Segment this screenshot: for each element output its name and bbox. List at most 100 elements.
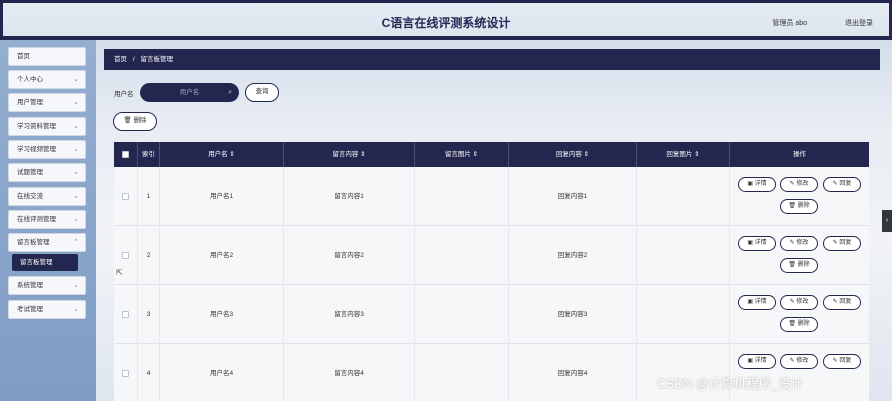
row-checkbox[interactable] xyxy=(122,252,129,259)
chevron-down-icon: ⌄ xyxy=(73,282,79,289)
sidebar-item-forum[interactable]: 在线交流 ⌄ xyxy=(8,187,86,206)
cell-username: 用户名3 xyxy=(160,285,284,344)
sort-icon: ⇕ xyxy=(472,151,479,158)
row-checkbox[interactable] xyxy=(122,193,129,200)
delete-button[interactable]: 🗑 删除 xyxy=(780,317,818,332)
cell-reply-image xyxy=(637,285,730,344)
sidebar-item-system[interactable]: 系统管理 ⌄ xyxy=(8,276,86,295)
sidebar-item-users[interactable]: 用户管理 ⌄ xyxy=(8,93,86,112)
table-header: 索引 用户名 ⇕ 留言内容 ⇕ 留言图片 ⇕ 回复内容 ⇕ 回复图片 ⇕ 操作 xyxy=(114,142,869,167)
edit-button[interactable]: ✎ 修改 xyxy=(780,236,818,251)
batch-delete-button[interactable]: 🗑 删除 xyxy=(113,112,157,131)
cell-content: 留言内容2 xyxy=(284,226,415,285)
reply-button[interactable]: ✎ 回复 xyxy=(823,295,861,310)
cell-image xyxy=(415,167,509,226)
reply-label: 回复 xyxy=(839,358,852,364)
cell-reply: 回复内容4 xyxy=(509,344,637,401)
batch-delete-label: 删除 xyxy=(133,117,147,124)
column-header-sortable[interactable]: 留言内容 ⇕ xyxy=(284,142,415,167)
sidebar-item-materials[interactable]: 学习资料管理 ⌄ xyxy=(8,117,86,136)
sidebar-item-messages[interactable]: 留言板管理 ⌃ xyxy=(8,233,86,252)
cell-index: 1 xyxy=(138,167,160,226)
detail-button[interactable]: ▣ 详情 xyxy=(738,295,776,310)
chevron-down-icon: ⌄ xyxy=(73,123,79,130)
edit-button[interactable]: ✎ 修改 xyxy=(780,354,818,369)
chevron-up-icon: ⌃ xyxy=(73,239,79,246)
delete-label: 删除 xyxy=(797,203,810,209)
sidebar-item-label: 考试管理 xyxy=(17,306,43,313)
cell-actions: ▣ 详情 ✎ 修改 ✎ 回复 🗑 删除 xyxy=(730,285,869,344)
sidebar-item-questions[interactable]: 试题管理 ⌄ xyxy=(8,163,86,182)
cell-reply: 回复内容2 xyxy=(509,226,637,285)
sidebar-item-exams[interactable]: 考试管理 ⌄ xyxy=(8,300,86,319)
sidebar-item-evaluation[interactable]: 在线评测管理 ⌄ xyxy=(8,210,86,229)
sort-icon: ⇕ xyxy=(583,151,590,158)
table-row: 2 用户名2 留言内容2 回复内容2 ▣ 详情 ✎ 修改 ✎ 回复 🗑 删除 xyxy=(114,226,869,285)
sidebar-item-label: 个人中心 xyxy=(17,76,43,83)
cell-image xyxy=(415,344,509,401)
breadcrumb-separator: / xyxy=(132,56,135,63)
cell-username: 用户名4 xyxy=(160,344,284,401)
detail-button[interactable]: ▣ 详情 xyxy=(738,177,776,192)
logout-link[interactable]: 退出登录 xyxy=(845,18,873,28)
cell-username: 用户名1 xyxy=(160,167,284,226)
sidebar-item-label: 学习视频管理 xyxy=(17,146,56,153)
column-header-label: 用户名 xyxy=(208,151,228,158)
sidebar-item-label: 在线评测管理 xyxy=(17,216,56,223)
column-header-label: 留言图片 xyxy=(444,151,471,158)
edit-button[interactable]: ✎ 修改 xyxy=(780,177,818,192)
cell-index: 4 xyxy=(138,344,160,401)
chevron-down-icon: ⌄ xyxy=(73,216,79,223)
column-header-label: 留言内容 xyxy=(332,151,359,158)
breadcrumb-current: 留言板管理 xyxy=(140,56,173,63)
collapse-panel-tab[interactable]: ‹ xyxy=(882,210,892,232)
reply-button[interactable]: ✎ 回复 xyxy=(823,236,861,251)
cell-username: 用户名2 xyxy=(160,226,284,285)
sidebar-item-videos[interactable]: 学习视频管理 ⌄ xyxy=(8,140,86,159)
sidebar-item-home[interactable]: 首页 xyxy=(8,47,86,66)
sidebar-item-label: 用户管理 xyxy=(17,99,43,106)
current-user: 管理员 abo xyxy=(772,20,807,27)
reply-button[interactable]: ✎ 回复 xyxy=(823,177,861,192)
cell-reply-image xyxy=(637,226,730,285)
detail-button[interactable]: ▣ 详情 xyxy=(738,354,776,369)
sidebar: 首页 个人中心 ⌄ 用户管理 ⌄ 学习资料管理 ⌄ 学习视频管理 ⌄ 试题管理 ⌄ 在线交… xyxy=(0,40,96,401)
row-checkbox-cell xyxy=(114,344,138,401)
search-input[interactable]: 用户名 ⌕ xyxy=(140,83,239,102)
query-button[interactable]: 查询 xyxy=(245,83,279,102)
column-header-sortable[interactable]: 留言图片 ⇕ xyxy=(415,142,509,167)
delete-label: 删除 xyxy=(797,321,810,327)
row-checkbox[interactable] xyxy=(122,370,129,377)
column-header: 索引 xyxy=(138,142,160,167)
column-header: 操作 xyxy=(793,151,806,158)
detail-button[interactable]: ▣ 详情 xyxy=(738,236,776,251)
reply-button[interactable]: ✎ 回复 xyxy=(823,354,861,369)
cell-content: 留言内容3 xyxy=(284,285,415,344)
row-checkbox[interactable] xyxy=(122,311,129,318)
sort-icon: ⇕ xyxy=(229,151,235,158)
select-all-checkbox[interactable] xyxy=(122,151,129,158)
sidebar-subitem-messages[interactable]: 留言板管理 xyxy=(12,254,78,271)
delete-label: 删除 xyxy=(797,262,810,268)
sidebar-item-profile[interactable]: 个人中心 ⌄ xyxy=(8,70,86,89)
column-header-sortable[interactable]: 回复图片 ⇕ xyxy=(637,142,730,167)
chevron-down-icon: ⌄ xyxy=(73,146,79,153)
delete-button[interactable]: 🗑 删除 xyxy=(780,258,818,273)
cell-index: 3 xyxy=(138,285,160,344)
delete-button[interactable]: 🗑 删除 xyxy=(780,199,818,214)
sidebar-item-label: 在线交流 xyxy=(17,193,43,200)
edit-button[interactable]: ✎ 修改 xyxy=(780,295,818,310)
column-header-sortable[interactable]: 回复内容 ⇕ xyxy=(509,142,637,167)
app-title: C语言在线评测系统设计 xyxy=(381,16,511,30)
column-header-sortable[interactable]: 用户名 ⇕ xyxy=(160,142,284,167)
cell-actions: ▣ 详情 ✎ 修改 ✎ 回复 🗑 删除 xyxy=(730,167,869,226)
chevron-down-icon: ⌄ xyxy=(73,99,79,106)
breadcrumb: 首页 / 留言板管理 xyxy=(104,49,880,70)
chevron-left-icon: ‹ xyxy=(885,217,889,224)
search-placeholder: 用户名 xyxy=(179,89,200,96)
mouse-cursor-icon: ⇱ xyxy=(116,268,123,277)
search-label: 用户名 xyxy=(114,91,134,98)
breadcrumb-home[interactable]: 首页 xyxy=(114,56,127,63)
sidebar-item-label: 系统管理 xyxy=(17,282,43,289)
cell-content: 留言内容4 xyxy=(284,344,415,401)
